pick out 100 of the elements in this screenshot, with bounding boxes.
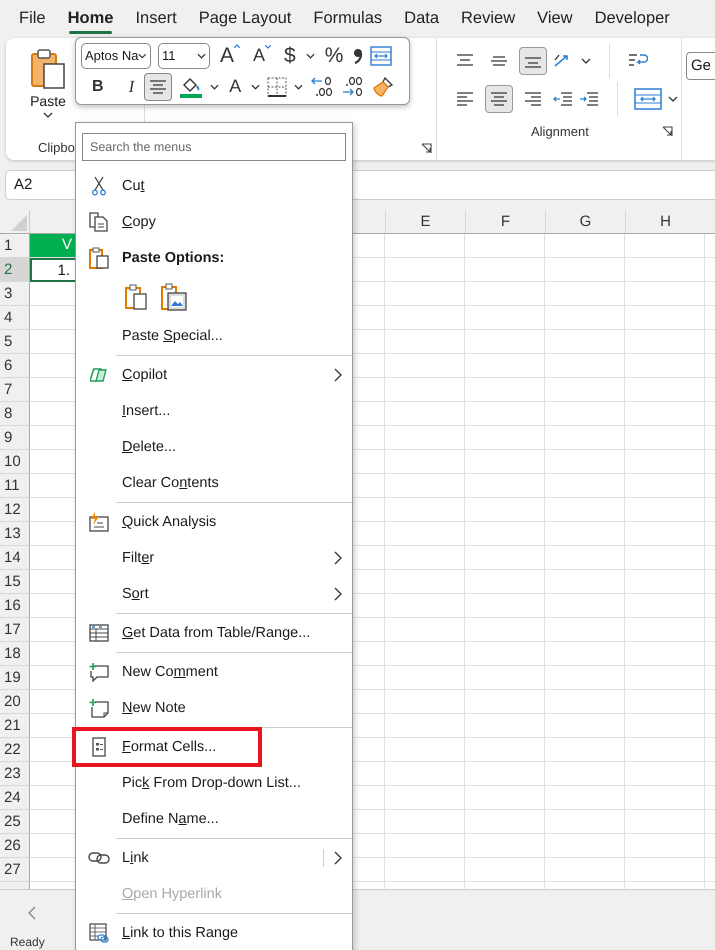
row-header[interactable]: 9 [0, 426, 30, 450]
row-header[interactable]: 10 [0, 450, 30, 474]
caret-icon[interactable] [43, 112, 53, 118]
font-size-dropdown[interactable]: 11 [158, 42, 210, 68]
ribbon-tab[interactable]: Formulas [304, 4, 392, 34]
dialog-launcher-icon[interactable] [662, 126, 673, 137]
font-color-button[interactable]: A [226, 75, 244, 98]
shrink-font-button[interactable]: A [250, 44, 274, 67]
menu-item[interactable]: Link [76, 840, 352, 876]
ribbon-tab[interactable]: Page Layout [190, 4, 300, 34]
number-format-field[interactable]: Ge [686, 52, 715, 80]
row-header[interactable]: 24 [0, 786, 30, 810]
menu-item[interactable]: Quick Analysis [76, 504, 352, 540]
decrease-decimal-icon[interactable] [310, 76, 334, 98]
menu-item[interactable]: New Note [76, 690, 352, 726]
row-header[interactable]: 20 [0, 690, 30, 714]
caret-icon[interactable] [306, 52, 315, 58]
wrap-text-icon[interactable] [370, 46, 392, 66]
menu-item[interactable]: Copilot [76, 357, 352, 393]
column-header[interactable]: E [385, 210, 465, 233]
ribbon-tab[interactable]: Data [395, 4, 448, 34]
row-header[interactable]: 15 [0, 570, 30, 594]
row-header[interactable]: 16 [0, 594, 30, 618]
search-field[interactable]: Search the menus [82, 133, 346, 161]
grow-font-button[interactable]: A [217, 42, 244, 68]
column-header[interactable]: G [545, 210, 625, 233]
menu-item[interactable]: Paste Special... [76, 318, 352, 354]
paste-icon[interactable] [124, 284, 148, 310]
menu-item[interactable]: Format Cells... [76, 729, 352, 765]
merge-center-icon[interactable] [634, 88, 662, 110]
menu-item[interactable]: New Comment [76, 654, 352, 690]
chevron-right-icon [334, 551, 342, 565]
comma-style-icon[interactable] [353, 48, 364, 64]
row-header[interactable]: 26 [0, 834, 30, 858]
row-header[interactable]: 27 [0, 858, 30, 882]
caret-icon[interactable] [581, 58, 591, 64]
borders-icon[interactable] [267, 76, 288, 96]
row-header[interactable]: 6 [0, 354, 30, 378]
ribbon-tab[interactable]: Insert [126, 4, 186, 34]
increase-indent-icon[interactable] [579, 91, 599, 107]
caret-icon[interactable] [210, 84, 220, 90]
row-header[interactable]: 14 [0, 546, 30, 570]
format-painter-icon[interactable] [372, 76, 394, 98]
horizontal-align-button[interactable] [485, 85, 513, 113]
row-header[interactable]: 1 [0, 234, 30, 258]
row-header[interactable]: 5 [0, 330, 30, 354]
row-header[interactable]: 23 [0, 762, 30, 786]
center-align-button[interactable] [144, 72, 172, 100]
menu-item[interactable]: Delete... [76, 429, 352, 465]
bold-button[interactable]: B [89, 76, 107, 96]
currency-button[interactable]: $ [281, 42, 299, 68]
menu-item[interactable]: Insert... [76, 393, 352, 429]
row-header[interactable]: 19 [0, 666, 30, 690]
decrease-indent-icon[interactable] [553, 91, 573, 107]
column-header[interactable]: H [625, 210, 705, 233]
caret-icon [197, 52, 206, 58]
note-icon [89, 698, 109, 718]
row-header[interactable]: 4 [0, 306, 30, 330]
chevron-left-icon[interactable] [27, 906, 37, 920]
paste-picture-icon[interactable] [160, 283, 188, 311]
menu-item[interactable]: Filter [76, 540, 352, 576]
menu-item[interactable]: Define Name... [76, 801, 352, 837]
paste-label[interactable]: Paste [30, 93, 66, 109]
ribbon-tab[interactable]: Review [452, 4, 524, 34]
horizontal-align-icon [490, 91, 508, 107]
menu-item[interactable]: Link to this Range [76, 915, 352, 950]
row-header[interactable]: 18 [0, 642, 30, 666]
row-header[interactable]: 22 [0, 738, 30, 762]
caret-icon [138, 52, 147, 58]
menu-item[interactable]: Get Data from Table/Range... [76, 615, 352, 651]
caret-icon[interactable] [251, 84, 260, 90]
row-header[interactable]: 7 [0, 378, 30, 402]
column-header[interactable]: F [465, 210, 545, 233]
font-name-dropdown[interactable]: Aptos Na [81, 42, 151, 68]
menu-item[interactable]: Clear Contents [76, 465, 352, 501]
ribbon-tab[interactable]: Developer [586, 4, 679, 34]
row-header[interactable]: 12 [0, 498, 30, 522]
ribbon-tab[interactable]: File [10, 4, 55, 34]
row-header[interactable]: 25 [0, 810, 30, 834]
percent-button[interactable]: % [322, 42, 346, 68]
ribbon-tab[interactable]: Home [58, 4, 122, 34]
row-header[interactable]: 17 [0, 618, 30, 642]
row-header[interactable]: 3 [0, 282, 30, 306]
menu-item[interactable]: Sort [76, 576, 352, 612]
row-header[interactable]: 13 [0, 522, 30, 546]
row-header[interactable]: 2 [0, 258, 30, 282]
status-text: Ready [10, 935, 45, 949]
fill-color-icon[interactable] [179, 76, 204, 98]
dialog-launcher-icon[interactable] [421, 143, 432, 154]
row-header[interactable]: 21 [0, 714, 30, 738]
caret-icon[interactable] [294, 84, 304, 90]
row-header[interactable]: 11 [0, 474, 30, 498]
caret-icon[interactable] [668, 96, 678, 102]
comment-icon [89, 662, 109, 682]
menu-item[interactable]: Pick From Drop-down List... [76, 765, 352, 801]
clipboard-icon[interactable] [30, 48, 66, 90]
vertical-align-button[interactable] [519, 47, 547, 75]
italic-button[interactable]: I [126, 76, 138, 98]
row-header[interactable]: 8 [0, 402, 30, 426]
ribbon-tab[interactable]: View [528, 4, 582, 34]
